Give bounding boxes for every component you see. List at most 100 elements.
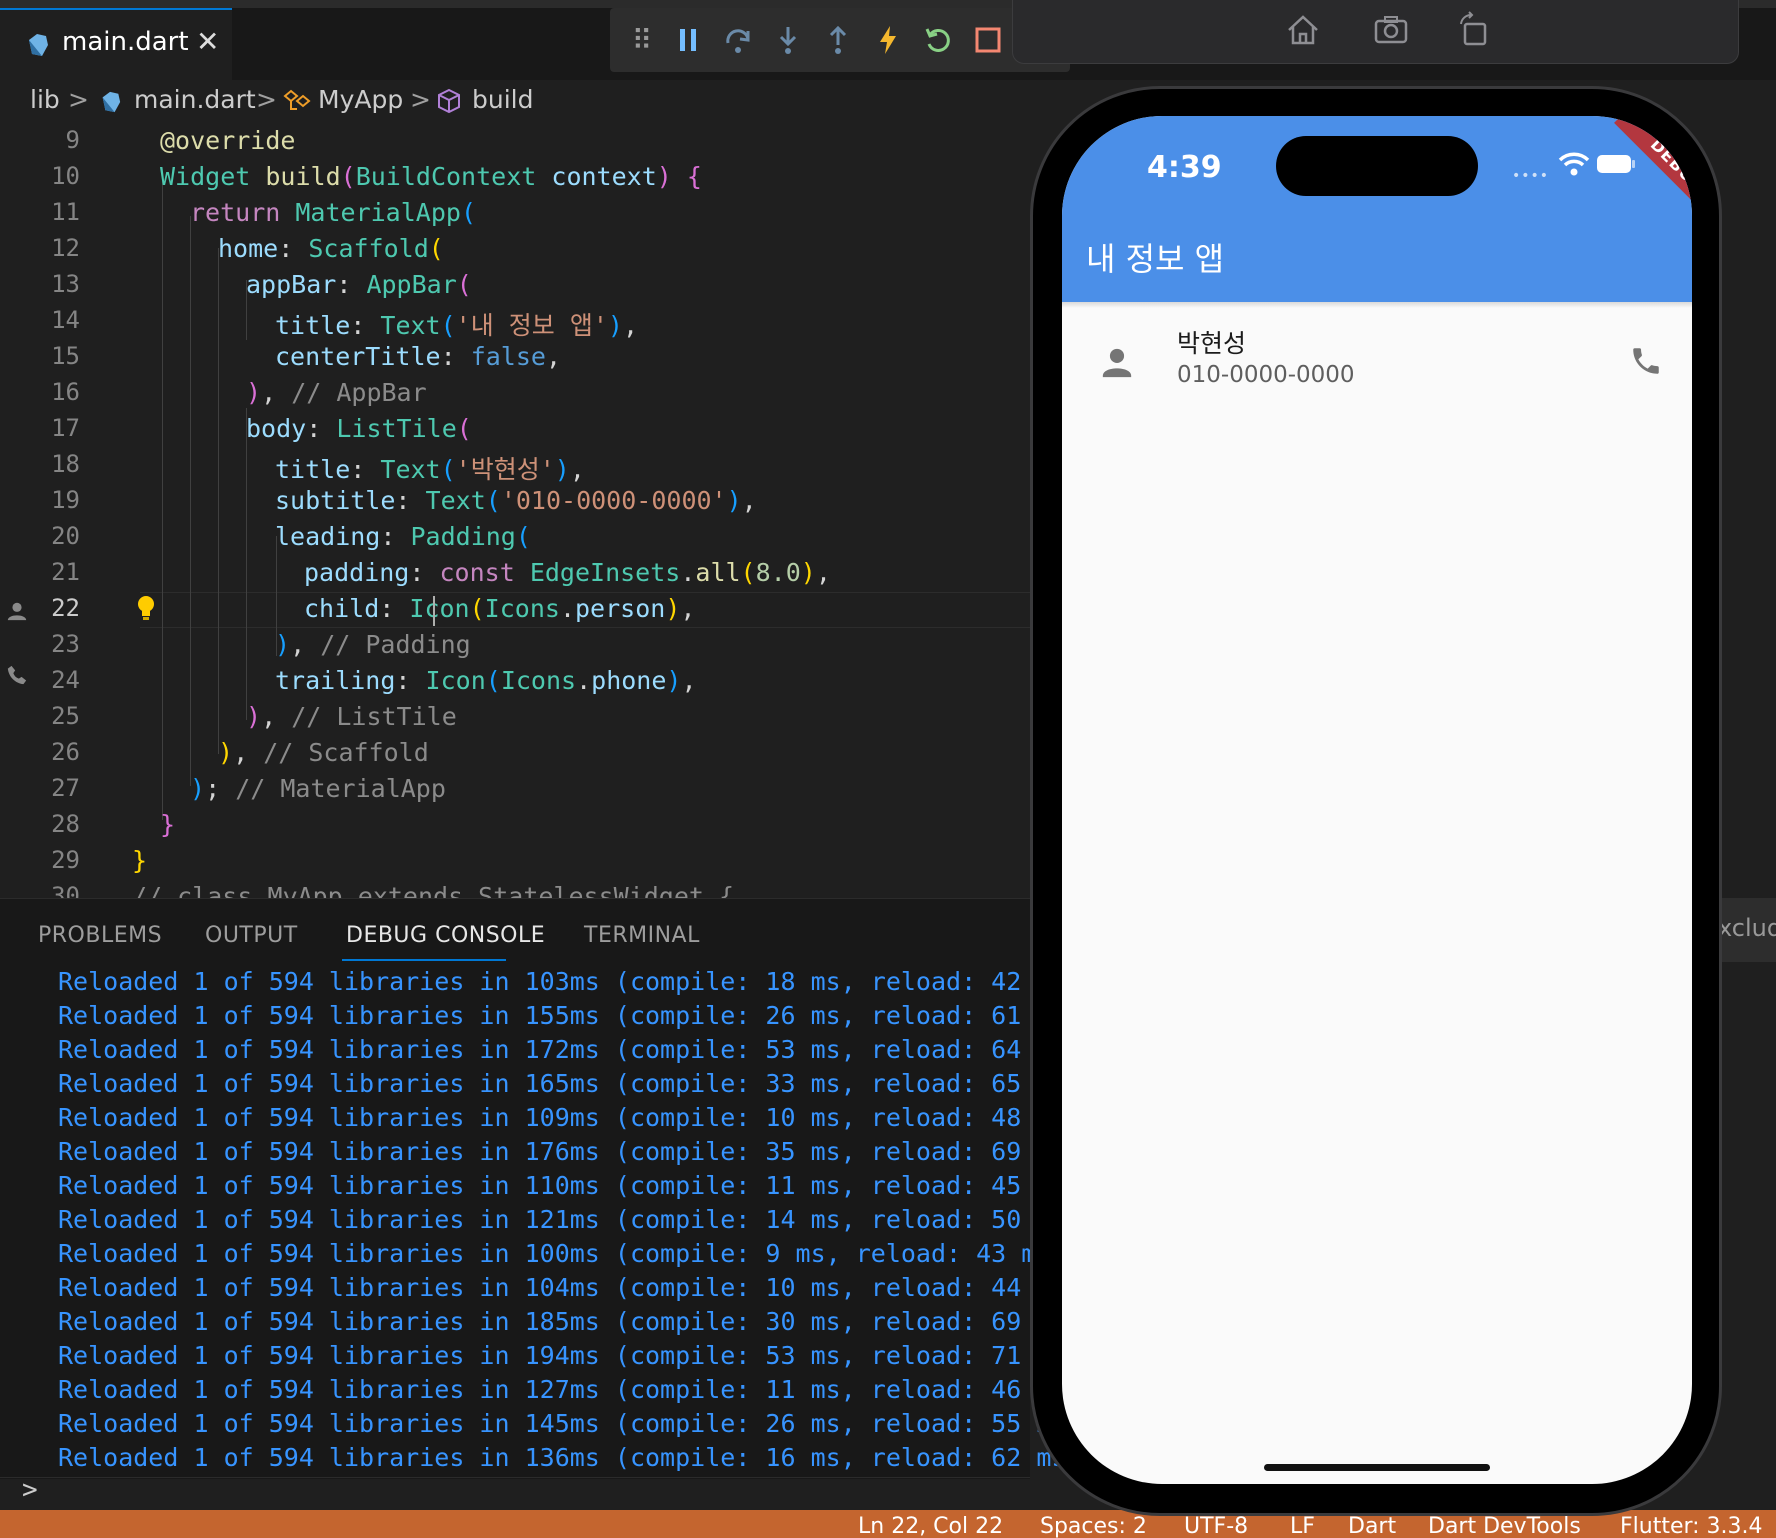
breadcrumb-lib[interactable]: lib <box>30 85 60 114</box>
restart-icon[interactable] <box>920 22 956 58</box>
filter-input-text: xclud <box>1718 914 1776 942</box>
log-line: Reloaded 1 of 594 libraries in 104ms (co… <box>58 1273 1082 1302</box>
active-tab-indicator <box>342 959 506 961</box>
code-line: // class MyApp extends StatelessWidget { <box>132 882 735 898</box>
tab-main-dart[interactable]: main.dart ✕ <box>0 8 232 80</box>
dart-file-icon <box>102 91 121 113</box>
tab-output[interactable]: OUTPUT <box>205 923 298 948</box>
log-line: Reloaded 1 of 594 libraries in 100ms (co… <box>58 1239 1067 1268</box>
line-number: 18 <box>51 450 80 478</box>
code-line: title: Text('박현성'), <box>275 455 585 484</box>
pause-icon[interactable] <box>670 22 706 58</box>
log-line: Reloaded 1 of 594 libraries in 172ms (co… <box>58 1035 1082 1064</box>
stop-icon[interactable] <box>970 22 1006 58</box>
bottom-panel: PROBLEMS OUTPUT DEBUG CONSOLE TERMINAL R… <box>0 898 1082 1505</box>
line-number: 25 <box>51 702 80 730</box>
screenshot-icon[interactable] <box>1371 10 1411 50</box>
breadcrumb-separator: > <box>68 85 89 114</box>
status-cursor-position[interactable]: Ln 22, Col 22 <box>858 1514 1003 1538</box>
code-line: ), // AppBar <box>246 378 427 407</box>
class-icon <box>283 89 311 110</box>
step-over-icon[interactable] <box>720 22 756 58</box>
line-number: 24 <box>51 666 80 694</box>
code-line: appBar: AppBar( <box>246 270 472 299</box>
console-input-separator <box>0 1477 1030 1478</box>
breadcrumb-method[interactable]: build <box>472 85 533 114</box>
log-line: Reloaded 1 of 594 libraries in 185ms (co… <box>58 1307 1082 1336</box>
code-line: ); // MaterialApp <box>190 774 446 803</box>
cellular-signal-icon: •••• <box>1512 168 1550 184</box>
step-out-icon[interactable] <box>820 22 856 58</box>
log-line: Reloaded 1 of 594 libraries in 145ms (co… <box>58 1409 1082 1438</box>
home-icon[interactable] <box>1283 10 1323 50</box>
text-cursor <box>433 596 435 626</box>
app-bar: 4:39 •••• DEBUG 내 정보 앱 <box>1062 116 1692 302</box>
line-number: 28 <box>51 810 80 838</box>
line-number: 26 <box>51 738 80 766</box>
indent-guide <box>218 248 219 754</box>
simulator-toolbar <box>1012 0 1739 64</box>
step-into-icon[interactable] <box>770 22 806 58</box>
code-line: } <box>132 846 148 875</box>
status-indentation[interactable]: Spaces: 2 <box>1040 1514 1147 1538</box>
line-number: 10 <box>51 162 80 190</box>
list-tile[interactable]: 박현성 010-0000-0000 <box>1062 312 1692 424</box>
rotate-icon[interactable] <box>1453 10 1493 50</box>
battery-icon <box>1597 155 1635 173</box>
line-number-active: 22 <box>51 594 80 622</box>
line-number: 17 <box>51 414 80 442</box>
line-number: 11 <box>51 198 80 226</box>
breadcrumb-file[interactable]: main.dart <box>134 85 256 114</box>
breadcrumb: lib > main.dart > MyApp > build <box>0 80 1030 122</box>
line-number: 12 <box>51 234 80 262</box>
line-number: 15 <box>51 342 80 370</box>
filter-input-stub[interactable]: xclud <box>1718 898 1776 962</box>
log-line: Reloaded 1 of 594 libraries in 155ms (co… <box>58 1001 1082 1030</box>
drag-handle-icon[interactable]: ⠿ <box>624 22 660 58</box>
line-number: 9 <box>65 126 80 154</box>
phone-icon <box>1633 348 1659 374</box>
indent-guide <box>246 408 247 720</box>
breadcrumb-separator: > <box>256 85 277 114</box>
status-encoding[interactable]: UTF-8 <box>1184 1514 1248 1538</box>
close-tab-icon[interactable]: ✕ <box>196 25 219 58</box>
line-number: 27 <box>51 774 80 802</box>
log-line: Reloaded 1 of 594 libraries in 194ms (co… <box>58 1341 1082 1370</box>
log-line: Reloaded 1 of 594 libraries in 127ms (co… <box>58 1375 1082 1404</box>
debug-toolbar: ⠿ <box>610 8 1070 72</box>
console-input-prompt[interactable]: > <box>22 1475 38 1505</box>
status-eol[interactable]: LF <box>1290 1514 1315 1538</box>
code-line: trailing: Icon(Icons.phone), <box>275 666 697 695</box>
indent-guide <box>190 216 191 786</box>
line-number: 16 <box>51 378 80 406</box>
tab-problems[interactable]: PROBLEMS <box>38 923 162 948</box>
line-number: 23 <box>51 630 80 658</box>
code-line: leading: Padding( <box>275 522 531 551</box>
tab-terminal[interactable]: TERMINAL <box>584 923 700 948</box>
status-language[interactable]: Dart <box>1348 1514 1396 1538</box>
code-line: } <box>160 810 176 839</box>
method-icon <box>438 88 460 114</box>
code-line: return MaterialApp( <box>190 198 477 227</box>
log-line: Reloaded 1 of 594 libraries in 176ms (co… <box>58 1137 1082 1166</box>
status-devtools[interactable]: Dart DevTools <box>1428 1514 1581 1538</box>
code-line: ), // Scaffold <box>218 738 429 767</box>
tab-debug-console[interactable]: DEBUG CONSOLE <box>346 923 545 948</box>
code-line: padding: const EdgeInsets.all(8.0), <box>304 558 831 587</box>
breadcrumb-class[interactable]: MyApp <box>318 85 403 114</box>
log-line: Reloaded 1 of 594 libraries in 110ms (co… <box>58 1171 1082 1200</box>
code-line: subtitle: Text('010-0000-0000'), <box>275 486 757 515</box>
log-line: Reloaded 1 of 594 libraries in 121ms (co… <box>58 1205 1082 1234</box>
lightbulb-icon[interactable] <box>135 594 157 624</box>
hot-reload-icon[interactable] <box>870 22 906 58</box>
indent-guide <box>162 180 163 820</box>
app-bar-shadow <box>1062 302 1692 308</box>
dart-file-icon <box>29 34 48 56</box>
code-line: title: Text('내 정보 앱'), <box>275 311 639 340</box>
status-flutter-version[interactable]: Flutter: 3.3.4 <box>1620 1514 1763 1538</box>
wifi-icon <box>1558 152 1590 176</box>
simulator-screen[interactable]: 4:39 •••• DEBUG 내 정보 앱 박현성 010-0000-0000 <box>1062 116 1692 1484</box>
code-editor[interactable]: 9 10 11 12 13 14 15 16 17 18 19 20 21 22… <box>0 122 1030 898</box>
app-bar-title: 내 정보 앱 <box>1086 240 1225 278</box>
code-line: ), // Padding <box>275 630 471 659</box>
